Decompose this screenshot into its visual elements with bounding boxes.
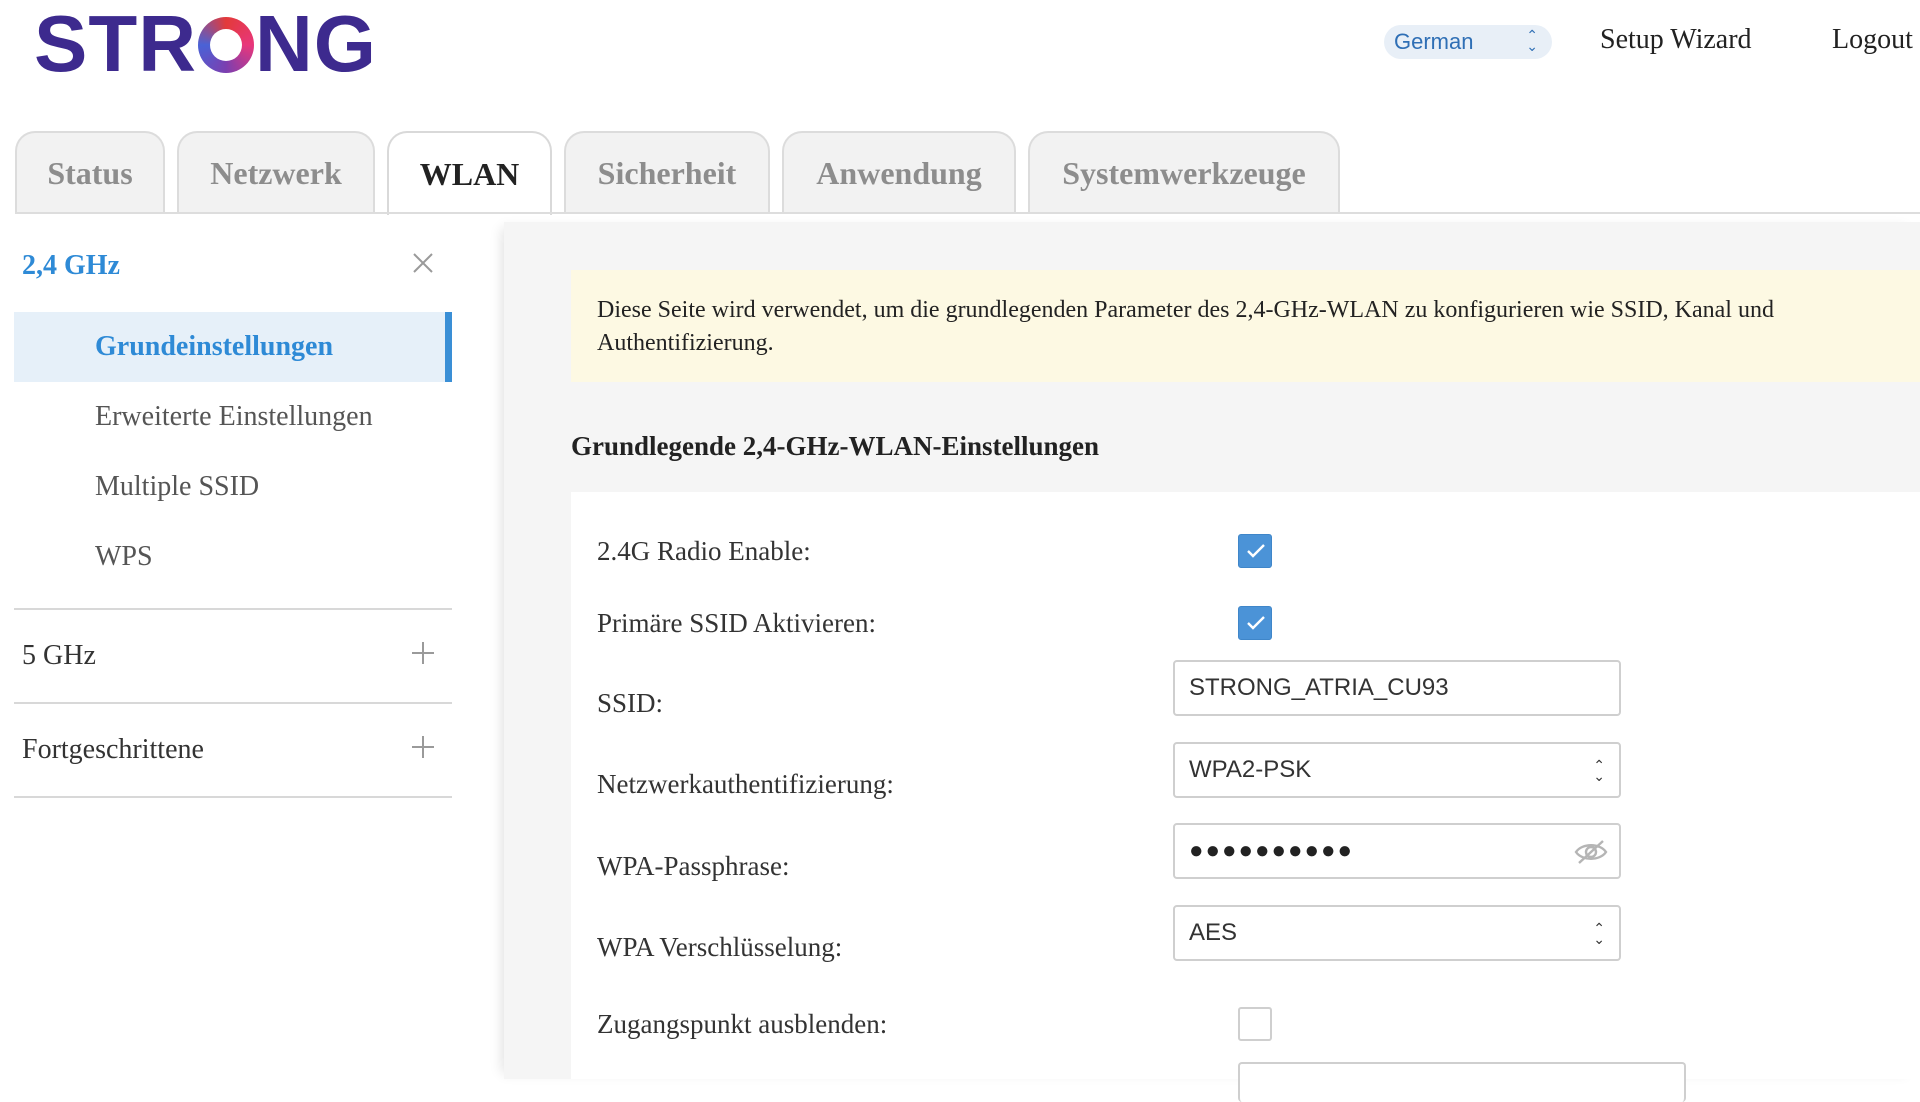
language-select-value: German	[1394, 29, 1474, 54]
tab-wlan[interactable]: WLAN	[387, 131, 552, 215]
sidebar-group-label: 2,4 GHz	[22, 250, 120, 281]
sidebar-group-label: 5 GHz	[22, 640, 96, 671]
encryption-value: AES	[1189, 919, 1238, 946]
sidebar-group-5ghz[interactable]: 5 GHz	[14, 610, 452, 702]
ssid-input[interactable]: STRONG_ATRIA_CU93	[1173, 660, 1621, 716]
tab-anwendung[interactable]: Anwendung	[782, 131, 1016, 213]
info-notice: Diese Seite wird verwendet, um die grund…	[571, 270, 1920, 382]
tab-status[interactable]: Status	[15, 131, 165, 213]
hide-ap-label: Zugangspunkt ausblenden:	[597, 1009, 888, 1039]
tab-netzwerk[interactable]: Netzwerk	[177, 131, 375, 213]
primary-ssid-label: Primäre SSID Aktivieren:	[597, 608, 876, 638]
language-select[interactable]: German ⌃ ⌄	[1384, 25, 1552, 59]
check-icon	[1247, 616, 1265, 630]
sidebar-item-wps[interactable]: WPS	[14, 522, 452, 592]
setup-wizard-link[interactable]: Setup Wizard	[1600, 24, 1752, 56]
encryption-select[interactable]: AES ⌃ ⌄	[1173, 905, 1621, 961]
next-field-partial[interactable]	[1238, 1062, 1686, 1102]
logout-link[interactable]: Logout	[1832, 24, 1913, 56]
sidebar-item-erweiterte-einstellungen[interactable]: Erweiterte Einstellungen	[14, 382, 452, 452]
chevron-updown-icon: ⌃ ⌄	[1593, 757, 1605, 784]
tab-systemwerkzeuge[interactable]: Systemwerkzeuge	[1028, 131, 1340, 213]
chevron-updown-icon: ⌃ ⌄	[1593, 920, 1605, 947]
tab-sicherheit[interactable]: Sicherheit	[564, 131, 770, 213]
hide-ap-checkbox[interactable]	[1238, 1007, 1272, 1041]
sidebar-item-multiple-ssid[interactable]: Multiple SSID	[14, 452, 452, 522]
passphrase-label: WPA-Passphrase:	[597, 851, 790, 881]
sidebar-group-label: Fortgeschrittene	[22, 734, 204, 765]
plus-icon[interactable]	[410, 734, 436, 760]
auth-select[interactable]: WPA2-PSK ⌃ ⌄	[1173, 742, 1621, 798]
eye-slash-icon[interactable]	[1573, 837, 1609, 867]
tabs-divider	[15, 212, 1920, 214]
chevron-updown-icon: ⌃ ⌄	[1526, 27, 1538, 54]
close-icon[interactable]	[410, 250, 436, 276]
sidebar-item-grundeinstellungen[interactable]: Grundeinstellungen	[14, 312, 452, 382]
sidebar-group-fortgeschrittene[interactable]: Fortgeschrittene	[14, 704, 452, 796]
primary-ssid-checkbox[interactable]	[1238, 606, 1272, 640]
sidebar: 2,4 GHz Grundeinstellungen Erweiterte Ei…	[14, 220, 452, 798]
radio-enable-label: 2.4G Radio Enable:	[597, 536, 811, 566]
main-tabs: Status Netzwerk WLAN Sicherheit Anwendun…	[15, 131, 1340, 215]
sidebar-group-24ghz[interactable]: 2,4 GHz	[14, 220, 452, 312]
check-icon	[1247, 544, 1265, 558]
auth-value: WPA2-PSK	[1189, 756, 1312, 783]
strong-logo: STR NG	[34, 0, 377, 88]
plus-icon[interactable]	[410, 640, 436, 666]
logo-o-ring	[198, 17, 254, 73]
ssid-value: STRONG_ATRIA_CU93	[1189, 674, 1449, 701]
encryption-label: WPA Verschlüsselung:	[597, 932, 843, 962]
auth-label: Netzwerkauthentifizierung:	[597, 769, 894, 799]
sidebar-divider	[14, 796, 452, 798]
ssid-label: SSID:	[597, 688, 664, 718]
passphrase-value: ●●●●●●●●●●	[1189, 837, 1354, 864]
radio-enable-checkbox[interactable]	[1238, 534, 1272, 568]
section-title: Grundlegende 2,4-GHz-WLAN-Einstellungen	[571, 431, 1100, 461]
passphrase-input[interactable]: ●●●●●●●●●●	[1173, 823, 1621, 879]
